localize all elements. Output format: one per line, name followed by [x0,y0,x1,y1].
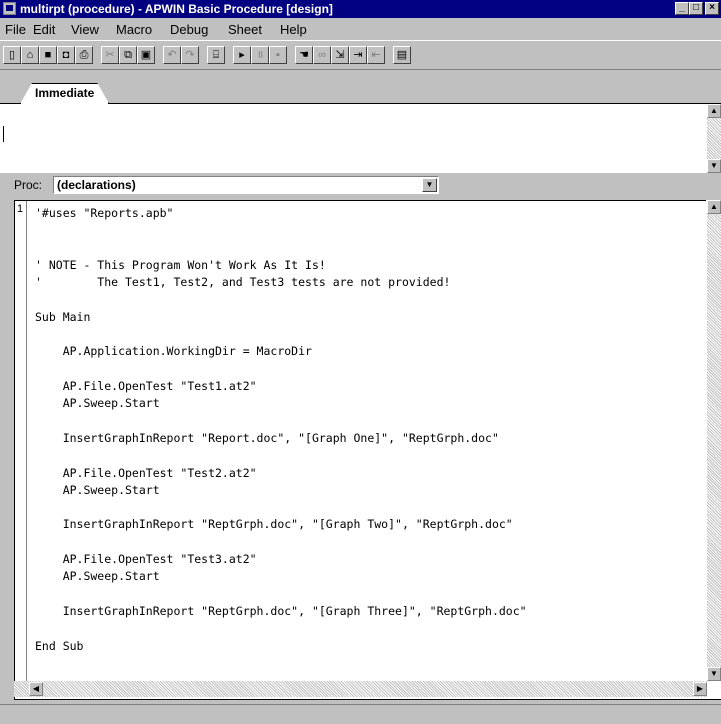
toolbar: ▯ ⌂ ■ ◘ ⎙ ✂ ⧉ ▣ ↶ ↷ ⌸ ▸ ॥ ▪ ☚ ∞ ⇲ ⇥ ⇤ ▤ [0,40,721,70]
code-line: AP.File.OpenTest "Test2.at2" [35,465,257,480]
cut-icon[interactable]: ✂ [101,46,119,64]
menu-file[interactable]: File [5,22,26,37]
copy-icon[interactable]: ⧉ [119,46,137,64]
line-number: 1 [17,203,24,215]
save-icon[interactable]: ■ [39,46,57,64]
immediate-tabstrip: Immediate [0,82,721,104]
pause-icon[interactable]: ॥ [251,46,269,64]
scroll-left-arrow-icon[interactable]: ◀ [29,682,43,696]
stop-icon[interactable]: ▪ [269,46,287,64]
scroll-down-arrow-icon[interactable]: ▼ [707,667,721,681]
watch-icon[interactable]: ∞ [313,46,331,64]
proc-label: Proc: [14,178,43,192]
redo-icon[interactable]: ↷ [181,46,199,64]
menu-help[interactable]: Help [280,22,307,37]
scroll-right-arrow-icon[interactable]: ▶ [693,682,707,696]
menu-sheet[interactable]: Sheet [228,22,262,37]
scroll-down-arrow-icon[interactable]: ▼ [707,159,721,173]
code-line: InsertGraphInReport "Report.doc", "[Grap… [35,430,499,445]
tab-immediate[interactable]: Immediate [20,83,109,104]
dialog-editor-icon[interactable]: ⌸ [207,46,225,64]
menu-macro[interactable]: Macro [116,22,152,37]
undo-icon[interactable]: ↶ [163,46,181,64]
line-gutter: 1 [15,201,27,684]
step-over-icon[interactable]: ⇥ [349,46,367,64]
minimize-button[interactable]: _ [675,2,689,15]
code-line: ' NOTE - This Program Won't Work As It I… [35,257,326,272]
chevron-down-icon[interactable]: ▼ [422,178,437,192]
main-window: multirpt (procedure) - APWIN Basic Proce… [0,0,721,724]
close-button[interactable]: × [705,2,719,15]
window-title: multirpt (procedure) - APWIN Basic Proce… [20,2,333,16]
hand-icon[interactable]: ☚ [295,46,313,64]
editor-hscrollbar[interactable]: ◀ ▶ [14,681,707,697]
code-line: AP.Sweep.Start [35,482,160,497]
code-line: End Sub [35,638,84,653]
scroll-up-arrow-icon[interactable]: ▲ [707,104,721,118]
run-icon[interactable]: ▸ [233,46,251,64]
proc-dropdown[interactable]: (declarations) ▼ [53,176,439,194]
print-icon[interactable]: ⎙ [75,46,93,64]
menu-view[interactable]: View [71,22,99,37]
title-bar[interactable]: multirpt (procedure) - APWIN Basic Proce… [0,0,721,18]
code-editor[interactable]: 1 '#uses "Reports.apb" ' NOTE - This Prog… [14,200,721,700]
code-line: AP.Sweep.Start [35,569,160,584]
code-line: AP.File.OpenTest "Test3.at2" [35,552,257,566]
code-line: InsertGraphInReport "ReptGrph.doc", "[Gr… [35,603,527,618]
code-line: ' The Test1, Test2, and Test3 tests are … [35,275,451,290]
step-into-icon[interactable]: ⇲ [331,46,349,64]
status-bar [0,704,721,724]
menu-edit[interactable]: Edit [33,22,55,37]
code-line: AP.Sweep.Start [35,396,160,411]
code-line: InsertGraphInReport "ReptGrph.doc", "[Gr… [35,517,513,532]
text-cursor [3,126,4,142]
editor-vscrollbar[interactable]: ▲ ▼ [706,200,721,681]
menu-debug[interactable]: Debug [170,22,208,37]
immediate-vscrollbar[interactable]: ▲ ▼ [706,104,721,173]
paste-icon[interactable]: ▣ [137,46,155,64]
save-all-icon[interactable]: ◘ [57,46,75,64]
open-icon[interactable]: ⌂ [21,46,39,64]
app-icon[interactable] [3,2,16,15]
immediate-pane[interactable] [0,104,706,173]
code-line: Sub Main [35,309,91,324]
new-icon[interactable]: ▯ [3,46,21,64]
proc-row: Proc: (declarations) ▼ [0,174,721,198]
maximize-button[interactable]: □ [689,2,703,15]
proc-selected-value: (declarations) [57,178,136,192]
code-line: '#uses "Reports.apb" [35,206,174,220]
code-line: AP.File.OpenTest "Test1.at2" [35,379,257,393]
step-out-icon[interactable]: ⇤ [367,46,385,64]
menu-bar: File Edit View Macro Debug Sheet Help [0,19,721,39]
immediate-window-icon[interactable]: ▤ [393,46,411,64]
scroll-up-arrow-icon[interactable]: ▲ [707,200,721,214]
code-line: AP.Application.WorkingDir = MacroDir [35,344,312,359]
